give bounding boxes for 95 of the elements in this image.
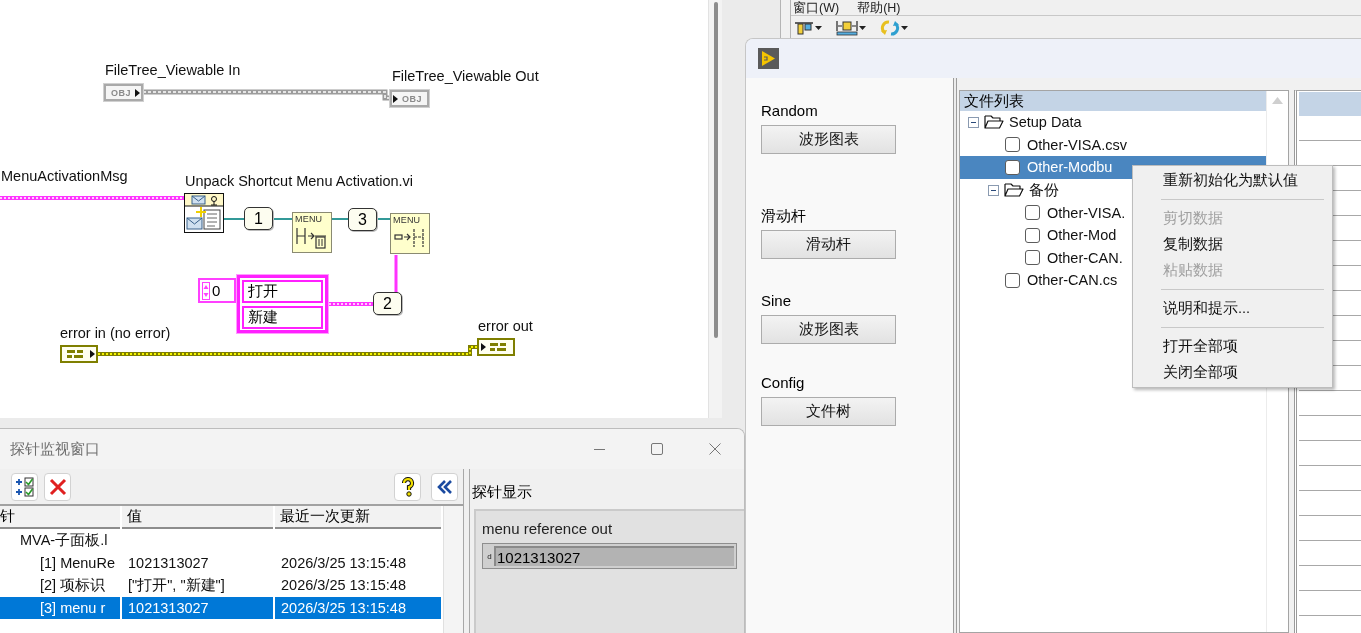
app-icon bbox=[758, 48, 779, 69]
caret-icon bbox=[859, 26, 866, 30]
spin-arrows-icon[interactable] bbox=[202, 281, 210, 300]
add-probe-button[interactable] bbox=[11, 472, 38, 501]
node-caption: MENU bbox=[393, 215, 422, 225]
item-label: Setup Data bbox=[1009, 114, 1082, 131]
terminal-label: error out bbox=[478, 317, 533, 335]
menu-item[interactable]: 复制数据 bbox=[1135, 231, 1330, 257]
close-icon bbox=[709, 443, 721, 455]
tree-item[interactable]: Setup Data bbox=[960, 111, 1266, 134]
wire bbox=[394, 255, 398, 292]
reorder-dropdown-button[interactable] bbox=[880, 20, 908, 36]
collapse-icon[interactable] bbox=[968, 116, 979, 128]
column-header[interactable]: 针 bbox=[0, 506, 120, 529]
panel-button[interactable]: 文件树 bbox=[761, 397, 896, 426]
minimize-icon bbox=[593, 448, 605, 450]
numeric-constant: 3 bbox=[348, 208, 377, 231]
object-terminal: OBJ bbox=[104, 84, 143, 101]
indicator-label: menu reference out bbox=[482, 520, 613, 538]
checkbox[interactable] bbox=[1005, 160, 1020, 175]
item-label: Other-VISA. bbox=[1047, 204, 1126, 221]
control-label: Random bbox=[761, 102, 818, 120]
table-cell: 2026/3/25 13:15:48 bbox=[275, 596, 441, 619]
terminal-label: FileTree_Viewable In bbox=[105, 61, 241, 79]
wire bbox=[376, 218, 391, 220]
radix-label: d bbox=[486, 551, 493, 561]
menu-item[interactable]: 说明和提示... bbox=[1135, 295, 1330, 321]
table-header bbox=[1299, 92, 1361, 116]
menu-item[interactable]: 关闭全部项 bbox=[1135, 359, 1330, 385]
column-header[interactable]: 最近一次更新 bbox=[275, 506, 441, 529]
item-label: Other-VISA.csv bbox=[1027, 136, 1127, 153]
folder-icon bbox=[1004, 182, 1024, 199]
delete-icon bbox=[48, 477, 67, 496]
numeric-constant: 1 bbox=[244, 207, 273, 230]
item-label: Other-Mod bbox=[1047, 227, 1117, 244]
delete-button[interactable] bbox=[44, 472, 71, 501]
distribute-icon bbox=[836, 20, 858, 36]
panel-title: 探针显示 bbox=[472, 483, 532, 501]
checkbox[interactable] bbox=[1025, 250, 1040, 266]
menu-item[interactable]: 打开全部项 bbox=[1135, 333, 1330, 359]
checkbox[interactable] bbox=[1025, 227, 1040, 243]
checkbox[interactable] bbox=[1025, 205, 1040, 221]
array-element: 打开 bbox=[242, 280, 323, 303]
control-label: Config bbox=[761, 374, 805, 392]
control-label: Sine bbox=[761, 292, 792, 310]
folder-icon bbox=[984, 114, 1004, 131]
item-label: Other-CAN.cs bbox=[1027, 272, 1118, 289]
checkbox[interactable] bbox=[1005, 272, 1020, 288]
array-index-field[interactable]: 0 bbox=[198, 278, 236, 303]
cluster-terminal-icon bbox=[60, 345, 98, 363]
collapse-panel-button[interactable] bbox=[431, 472, 458, 501]
checkbox[interactable] bbox=[1005, 137, 1020, 153]
numeric-constant: 2 bbox=[373, 292, 402, 315]
help-button[interactable] bbox=[394, 472, 421, 501]
help-icon bbox=[400, 476, 415, 497]
cluster-terminal-icon bbox=[477, 338, 515, 356]
panel-button[interactable]: 波形图表 bbox=[761, 315, 896, 344]
item-label: Other-CAN. bbox=[1047, 249, 1123, 266]
panel-button[interactable]: 波形图表 bbox=[761, 125, 896, 154]
array-element: 新建 bbox=[242, 306, 323, 329]
wire bbox=[272, 218, 293, 220]
distribute-dropdown-button[interactable] bbox=[836, 20, 866, 36]
column-header[interactable]: 文件列表 bbox=[960, 91, 1266, 111]
wire bbox=[331, 218, 349, 220]
table-cell: [3] menu r bbox=[0, 596, 120, 619]
checklist-icon bbox=[14, 476, 35, 497]
control-label: 滑动杆 bbox=[761, 207, 806, 225]
terminal-label: FileTree_Viewable Out bbox=[392, 67, 539, 85]
panel-button[interactable]: 滑动杆 bbox=[761, 230, 896, 259]
maximize-icon bbox=[651, 443, 663, 455]
envelope-node-icon bbox=[184, 193, 224, 233]
menu-item[interactable]: 帮助(H) bbox=[857, 0, 901, 15]
terminal-label: error in (no error) bbox=[60, 324, 171, 342]
item-label: 备份 bbox=[1029, 180, 1059, 200]
terminal-label: MenuActivationMsg bbox=[1, 167, 128, 185]
object-terminal: OBJ bbox=[390, 90, 429, 107]
scrollbar-thumb[interactable] bbox=[713, 2, 718, 338]
double-chevron-left-icon bbox=[436, 479, 453, 494]
indicator-value: 1021313027 bbox=[494, 546, 734, 566]
column-header[interactable]: 值 bbox=[122, 506, 273, 529]
caret-icon bbox=[901, 26, 908, 30]
menu-item[interactable]: 窗口(W) bbox=[793, 0, 840, 15]
wire bbox=[223, 218, 245, 220]
caret-icon bbox=[815, 26, 822, 30]
index-value: 0 bbox=[212, 282, 221, 299]
window-title: 探针监视窗口 bbox=[10, 439, 100, 459]
node-label: Unpack Shortcut Menu Activation.vi bbox=[185, 172, 414, 190]
reorder-icon bbox=[880, 20, 900, 36]
tree-item[interactable]: Other-VISA.csv bbox=[960, 133, 1266, 157]
collapse-icon[interactable] bbox=[988, 184, 999, 196]
align-dropdown-button[interactable] bbox=[794, 20, 822, 36]
item-label: Other-Modbu bbox=[1027, 159, 1113, 176]
align-icon bbox=[794, 20, 814, 36]
node-caption: MENU bbox=[295, 214, 324, 224]
table-cell: 1021313027 bbox=[122, 596, 273, 619]
